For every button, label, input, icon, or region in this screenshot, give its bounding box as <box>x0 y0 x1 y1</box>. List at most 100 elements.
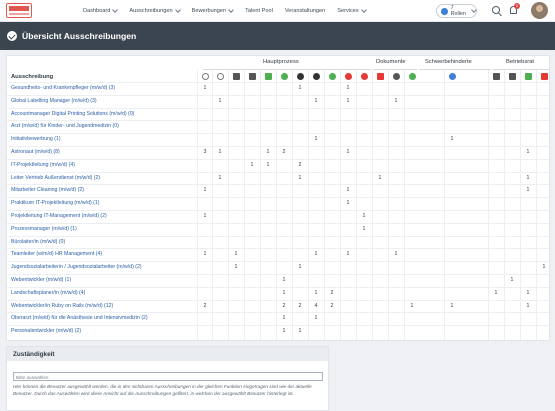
zustaendigkeit-title: Zuständigkeit <box>7 347 328 361</box>
column-header-ausschreibung: Ausschreibung <box>11 74 54 80</box>
table-cell-count[interactable]: 1 <box>215 175 225 181</box>
table-cell-count[interactable]: 1 <box>263 149 273 155</box>
ausschreibung-link[interactable]: Landschaftsplaner/in (m/w/d) (4) <box>11 290 85 296</box>
table-cell-count[interactable]: 1 <box>523 290 533 296</box>
table-cell-count[interactable]: 1 <box>539 264 549 270</box>
user-select-input[interactable]: Bitte auswählen <box>13 372 323 381</box>
table-cell-count[interactable]: 1 <box>295 264 305 270</box>
column-divider <box>536 70 537 342</box>
search-icon[interactable] <box>492 6 500 14</box>
table-cell-count[interactable]: 1 <box>343 200 353 206</box>
table-cell-count[interactable]: 2 <box>200 303 210 309</box>
table-cell-count[interactable]: 1 <box>523 149 533 155</box>
table-cell-count[interactable]: 1 <box>311 251 321 257</box>
circle-icon <box>409 73 416 80</box>
ausschreibung-link[interactable]: Webentwickler (m/w/d) (1) <box>11 277 71 283</box>
table-cell-count[interactable]: 1 <box>359 226 369 232</box>
table-cell-count[interactable]: 1 <box>247 162 257 168</box>
row-divider <box>7 261 549 263</box>
table-cell-count[interactable]: 1 <box>200 251 210 257</box>
table-cell-count[interactable]: 1 <box>295 175 305 181</box>
table-cell-count[interactable]: 1 <box>343 149 353 155</box>
roles-dropdown[interactable]: 7 Rollen <box>436 4 477 18</box>
ausschreibung-link[interactable]: Global Labelling Manager (m/w/d) (3) <box>11 98 97 104</box>
nav-item-dashboard[interactable]: Dashboard <box>83 7 119 14</box>
ausschreibung-link[interactable]: Praktikum IT-Projektleitung (m/w/d) (1) <box>11 200 100 206</box>
table-cell-count[interactable]: 1 <box>343 98 353 104</box>
ausschreibung-link[interactable]: Prozessmanager (m/w/d) (1) <box>11 226 77 232</box>
avatar[interactable] <box>531 2 548 19</box>
table-cell-count[interactable]: 1 <box>343 85 353 91</box>
table-cell-count[interactable]: 1 <box>447 136 457 142</box>
table-cell-count[interactable]: 1 <box>375 175 385 181</box>
table-cell-count[interactable]: 1 <box>311 290 321 296</box>
ausschreibung-link[interactable]: Webentwickler/in Ruby on Rails (m/w/d) (… <box>11 303 113 309</box>
table-cell-count[interactable]: 1 <box>231 251 241 257</box>
nav-item-ausschreibungen[interactable]: Ausschreibungen <box>129 7 181 14</box>
table-cell-count[interactable]: 2 <box>327 303 337 309</box>
ausschreibung-link[interactable]: Teamleiter (w/m/d) HR Management (4) <box>11 251 102 257</box>
ausschreibung-link[interactable]: Mitarbeiter Cleaning (m/w/d) (2) <box>11 187 84 193</box>
chat-bubble-icon <box>345 73 352 80</box>
ausschreibung-link[interactable]: Initiativbewerbung (1) <box>11 136 61 142</box>
table-cell-count[interactable]: 1 <box>279 328 289 334</box>
table-cell-count[interactable]: 1 <box>263 162 273 168</box>
ausschreibung-link[interactable]: Oberarzt (m/w/d) für die Anästhesie und … <box>11 315 148 321</box>
ausschreibung-link[interactable]: Astronaut (m/w/d) (8) <box>11 149 60 155</box>
table-cell-count[interactable]: 1 <box>447 303 457 309</box>
table-cell-count[interactable]: 1 <box>200 213 210 219</box>
ausschreibung-link[interactable]: Jugendsozialarbeiterin / Jugendsozialarb… <box>11 264 142 270</box>
ausschreibung-link[interactable]: Gesundheits- und Krankenpfleger (m/w/d) … <box>11 85 115 91</box>
table-cell-count[interactable]: 1 <box>279 315 289 321</box>
table-cell-count[interactable]: 3 <box>200 149 210 155</box>
table-cell-count[interactable]: 1 <box>391 251 401 257</box>
table-cell-count[interactable]: 1 <box>200 85 210 91</box>
table-cell-count[interactable]: 1 <box>295 85 305 91</box>
table-cell-count[interactable]: 1 <box>311 315 321 321</box>
nav-item-services[interactable]: Services <box>337 7 367 14</box>
table-cell-count[interactable]: 1 <box>359 213 369 219</box>
table-cell-count[interactable]: 1 <box>279 290 289 296</box>
table-cell-count[interactable]: 1 <box>215 98 225 104</box>
table-cell-count[interactable]: 1 <box>343 187 353 193</box>
table-cell-count[interactable]: 1 <box>407 303 417 309</box>
circle-icon <box>393 73 400 80</box>
table-cell-count[interactable]: 1 <box>523 303 533 309</box>
column-group-schwerbehinderte: Schwerbehinderte <box>425 59 472 65</box>
nav-item-bewerbungen[interactable]: Bewerbungen <box>192 7 234 14</box>
table-cell-count[interactable]: 1 <box>279 277 289 283</box>
table-cell-count[interactable]: 2 <box>295 303 305 309</box>
table-cell-count[interactable]: 1 <box>343 251 353 257</box>
ausschreibung-link[interactable]: Leiter Vertrieb Außendienst (m/w/d) (2) <box>11 175 100 181</box>
ausschreibung-link[interactable]: Projektleitung IT-Management (m/w/d) (2) <box>11 213 107 219</box>
table-cell-count[interactable]: 1 <box>491 290 501 296</box>
row-divider <box>7 210 549 211</box>
table-cell-count[interactable]: 1 <box>311 136 321 142</box>
table-cell-count[interactable]: 1 <box>200 187 210 193</box>
table-cell-count[interactable]: 1 <box>215 149 225 155</box>
table-cell-count[interactable]: 2 <box>279 149 289 155</box>
ausschreibung-link[interactable]: Personalentwickler (m/w/d) (2) <box>11 328 81 334</box>
row-divider <box>7 274 549 275</box>
table-cell-count[interactable]: 1 <box>295 328 305 334</box>
table-cell-count[interactable]: 1 <box>231 264 241 270</box>
nav-item-veranstaltungen[interactable]: Veranstaltungen <box>285 8 325 14</box>
ausschreibung-link[interactable]: Arzt (m/w/d) für Kinder- und Jugendmediz… <box>11 123 119 129</box>
table-cell-count[interactable]: 2 <box>327 290 337 296</box>
ausschreibung-link[interactable]: Bürolaiter/in (m/w/d) (0) <box>11 239 65 245</box>
table-cell-count[interactable]: 1 <box>391 98 401 104</box>
zustaendigkeit-help-text: Hier können die Benutzer ausgewählt werd… <box>13 384 312 397</box>
table-cell-count[interactable]: 2 <box>279 303 289 309</box>
column-group-divider <box>373 69 417 70</box>
table-cell-count[interactable]: 1 <box>523 175 533 181</box>
table-cell-count[interactable]: 2 <box>295 162 305 168</box>
chevron-down-icon <box>360 7 367 13</box>
table-cell-count[interactable]: 1 <box>523 187 533 193</box>
ausschreibung-link[interactable]: Accountmanager Digital Printing Solution… <box>11 111 134 117</box>
table-cell-count[interactable]: 1 <box>311 98 321 104</box>
company-logo[interactable] <box>6 3 32 18</box>
ausschreibung-link[interactable]: IT-Projektleitung (m/w/d) (4) <box>11 162 75 168</box>
table-cell-count[interactable]: 1 <box>507 277 517 283</box>
table-cell-count[interactable]: 4 <box>311 303 321 309</box>
nav-item-talent-pool[interactable]: Talent Pool <box>245 8 273 14</box>
